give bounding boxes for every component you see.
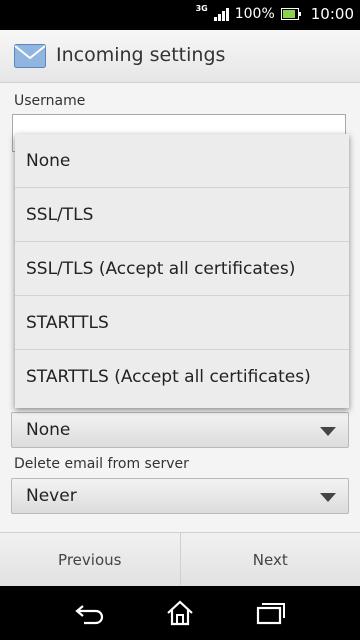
home-icon[interactable] [164,599,196,627]
dropdown-option-starttls-accept-all[interactable]: STARTTLS (Accept all certificates) [15,350,349,404]
clock: 10:00 [310,5,354,23]
delete-email-value: Never [26,486,77,506]
dropdown-option-ssl-tls[interactable]: SSL/TLS [15,188,349,242]
action-bar: Incoming settings [0,30,360,83]
security-type-dropdown: None SSL/TLS SSL/TLS (Accept all certifi… [15,134,349,408]
recents-icon[interactable] [254,599,286,627]
chevron-down-icon [320,493,336,502]
mail-icon [14,44,46,68]
status-bar: 3G 100% 10:00 [0,0,360,30]
battery-icon [280,8,301,20]
chevron-down-icon [320,427,336,436]
previous-button[interactable]: Previous [0,533,180,587]
dropdown-option-none[interactable]: None [15,134,349,188]
security-type-spinner[interactable]: None [11,412,349,448]
page-title: Incoming settings [56,44,226,66]
status-indicators: 3G 100% 10:00 [195,3,354,24]
security-type-value: None [26,420,71,440]
delete-email-spinner[interactable]: Never [11,478,349,514]
battery-percent: 100% [234,6,275,22]
navigation-bar [0,586,360,640]
button-bar: Previous Next [0,532,360,587]
dropdown-option-starttls[interactable]: STARTTLS [15,296,349,350]
delete-email-label: Delete email from server [14,456,189,472]
dropdown-option-ssl-tls-accept-all[interactable]: SSL/TLS (Accept all certificates) [15,242,349,296]
username-label: Username [14,93,86,109]
back-icon[interactable] [74,599,106,627]
network-type: 3G [195,3,208,13]
signal-icon [213,7,229,21]
next-button[interactable]: Next [179,533,360,587]
